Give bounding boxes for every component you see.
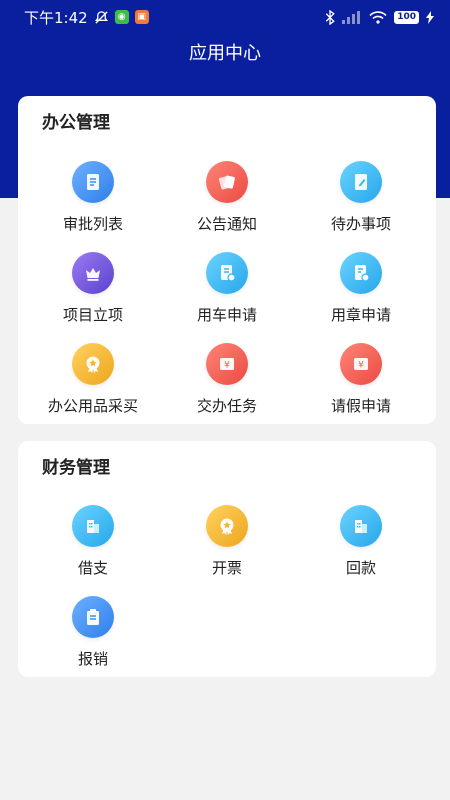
item-label: 项目立项 <box>62 306 123 324</box>
item-label: 开票 <box>211 559 242 577</box>
item-label: 待办事项 <box>330 215 391 233</box>
item-label: 用章申请 <box>330 306 391 324</box>
yen-ticket-icon: ¥ <box>340 343 382 385</box>
notice-cards-icon <box>206 161 248 203</box>
item-label: 回款 <box>345 559 376 577</box>
announcement-item[interactable]: 公告通知 <box>162 161 292 241</box>
seal-request-item[interactable]: 用章申请 <box>296 252 426 332</box>
item-label: 用车申请 <box>196 306 257 324</box>
office-supplies-item[interactable]: 办公用品采买 <box>28 343 158 423</box>
item-label: 借支 <box>77 559 108 577</box>
svg-text:¥: ¥ <box>358 361 364 371</box>
status-time: 下午1:42 <box>24 8 88 27</box>
car-request-icon <box>206 252 248 294</box>
crown-icon <box>72 252 114 294</box>
document-icon <box>72 161 114 203</box>
battery-icon: 100 <box>394 10 419 24</box>
invoice-item[interactable]: 开票 <box>162 505 292 585</box>
wechat-icon: ◉ <box>114 10 129 24</box>
status-bar: 下午1:42 ◉ ▣ 100 <box>0 0 450 34</box>
payment-received-item[interactable]: 回款 <box>296 505 426 585</box>
page-title: 应用中心 <box>189 43 261 64</box>
item-label: 公告通知 <box>196 215 257 233</box>
badge-star-icon <box>206 505 248 547</box>
wifi-icon <box>369 10 387 24</box>
section-title: 财务管理 <box>42 458 110 478</box>
item-label: 请假申请 <box>330 397 391 415</box>
building-icon <box>72 505 114 547</box>
item-label: 审批列表 <box>62 215 123 233</box>
assigned-task-item[interactable]: ¥ 交办任务 <box>162 343 292 423</box>
seal-request-icon <box>340 252 382 294</box>
charging-icon <box>426 10 434 24</box>
reimbursement-item[interactable]: 报销 <box>28 596 158 676</box>
item-label: 交办任务 <box>196 397 257 415</box>
building-icon <box>340 505 382 547</box>
signal-icon <box>342 10 362 24</box>
approval-list-item[interactable]: 审批列表 <box>28 161 158 241</box>
notification-icon: ▣ <box>134 10 149 24</box>
leave-request-item[interactable]: ¥ 请假申请 <box>296 343 426 423</box>
alarm-off-icon <box>94 10 109 25</box>
finance-management-card: 财务管理 借支 开票 回款 报销 <box>18 441 436 677</box>
bluetooth-icon <box>325 9 335 25</box>
badge-star-icon <box>72 343 114 385</box>
project-initiation-item[interactable]: 项目立项 <box>28 252 158 332</box>
section-title: 办公管理 <box>42 113 110 133</box>
edit-note-icon <box>340 161 382 203</box>
office-management-card: 办公管理 审批列表 公告通知 待办事项 项目立项 用车申请 用章申请 办公用品采… <box>18 96 436 424</box>
advance-item[interactable]: 借支 <box>28 505 158 585</box>
clipboard-icon <box>72 596 114 638</box>
item-label: 报销 <box>77 650 108 668</box>
yen-ticket-icon: ¥ <box>206 343 248 385</box>
item-label: 办公用品采买 <box>47 397 138 415</box>
car-request-item[interactable]: 用车申请 <box>162 252 292 332</box>
todo-item[interactable]: 待办事项 <box>296 161 426 241</box>
svg-text:¥: ¥ <box>224 361 230 371</box>
